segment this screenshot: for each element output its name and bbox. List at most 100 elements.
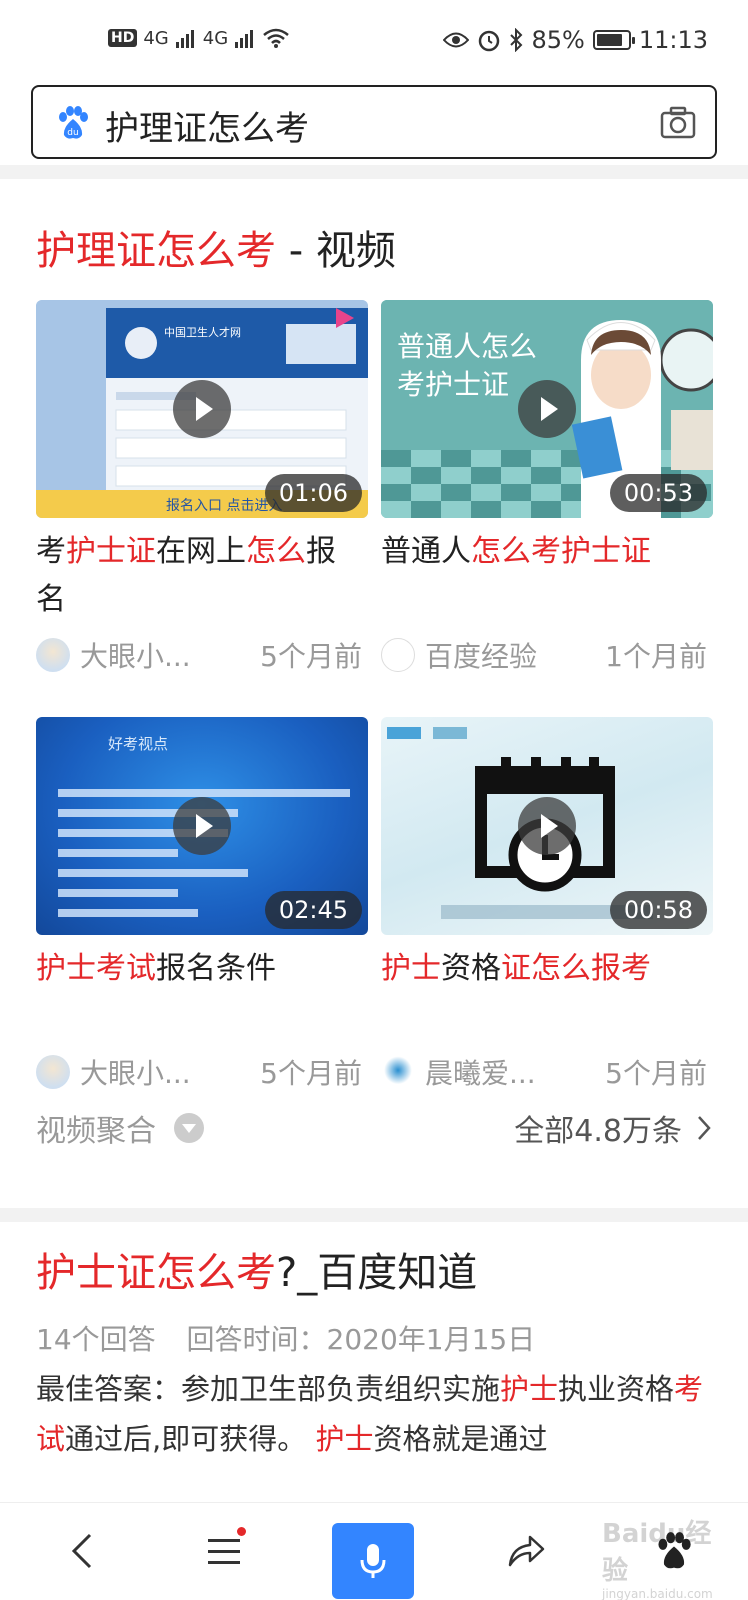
video-title-part: 护士考试 — [36, 951, 156, 986]
video-duration: 00:53 — [609, 474, 707, 512]
video-author: 大眼小... — [80, 1057, 191, 1090]
video-title-part: 护士 — [381, 951, 441, 986]
baidu-paw-icon — [658, 1532, 691, 1569]
video-time: 5个月前 — [260, 1057, 362, 1090]
video-title-part: 怎么 — [246, 534, 306, 569]
title-suffix: - 视频 — [276, 228, 396, 274]
thumb-text: 中国卫生人才网 — [164, 325, 241, 339]
share-icon — [508, 1535, 545, 1567]
author-avatar — [381, 638, 415, 672]
video-aggregate-row: 视频聚合 全部4.8万条 — [36, 1100, 712, 1150]
video-meta: 晨曦爱... 5个月前 — [381, 1052, 713, 1092]
snippet-part: 最佳答案：参加卫生部负责组织实施 — [36, 1372, 501, 1406]
video-time: 5个月前 — [260, 640, 362, 673]
play-button[interactable] — [518, 380, 576, 438]
thumb-text-line1: 普通人怎么 — [397, 330, 537, 363]
video-thumbnail[interactable]: 好考视点 02:45 — [36, 717, 368, 935]
video-title[interactable]: 护士资格证怎么报考 — [381, 945, 701, 993]
video-thumbnail[interactable]: 00:58 — [381, 717, 713, 935]
chevron-down-icon — [174, 1113, 204, 1143]
status-left: HD 4G 4G — [108, 27, 290, 49]
camera-icon[interactable] — [659, 105, 697, 141]
result-snippet[interactable]: 最佳答案：参加卫生部负责组织实施护士执业资格考试通过后,即可获得。 护士资格就是… — [36, 1364, 706, 1464]
author-avatar — [36, 1055, 70, 1089]
video-thumbnail[interactable]: 普通人怎么 考护士证 00:53 — [381, 300, 713, 518]
video-title-part: 怎么考护士证 — [471, 534, 651, 569]
video-card[interactable]: 好考视点 02:45 护士考试报名条件 大眼小... 5个月前 — [36, 717, 368, 1105]
status-right: 85% 11:13 — [443, 26, 708, 54]
wifi-icon — [263, 28, 289, 48]
search-input[interactable]: 护理证怎么考 — [105, 101, 309, 150]
all-videos-link[interactable]: 全部4.8万条 — [514, 1106, 712, 1150]
video-section-title[interactable]: 护理证怎么考 - 视频 — [36, 218, 396, 276]
video-author: 百度经验 — [425, 640, 538, 673]
video-meta: 大眼小... 5个月前 — [36, 1052, 368, 1092]
video-title-part: 证怎么报考 — [501, 951, 651, 986]
video-duration: 02:45 — [264, 891, 362, 929]
title-highlight: 护理证怎么考 — [36, 228, 276, 274]
signal-icon — [175, 30, 194, 48]
clock: 11:13 — [638, 26, 708, 54]
aggregate-label: 视频聚合 — [36, 1114, 156, 1149]
answer-time: 回答时间：2020年1月15日 — [186, 1323, 536, 1356]
hd-icon: HD — [108, 29, 138, 47]
video-card[interactable]: 普通人怎么 考护士证 00:53 普通人怎么考护士证 百度经验 1个月前 — [381, 300, 713, 688]
video-meta: 百度经验 1个月前 — [381, 635, 713, 675]
share-button[interactable] — [496, 1521, 556, 1581]
notification-dot — [237, 1527, 246, 1536]
video-title-part: 护士证 — [66, 534, 156, 569]
watermark-url: jingyan.baidu.com — [602, 1587, 713, 1600]
video-author: 晨曦爱... — [425, 1057, 536, 1090]
eye-icon — [443, 32, 470, 48]
play-button[interactable] — [518, 797, 576, 855]
video-title[interactable]: 普通人怎么考护士证 — [381, 528, 701, 576]
video-thumbnail[interactable]: 中国卫生人才网 报名入口 点击进入 01:06 — [36, 300, 368, 518]
battery-icon — [592, 30, 635, 50]
video-title-part: 资格 — [441, 951, 501, 986]
result-title-suffix: ?_百度知道 — [276, 1250, 478, 1296]
battery-level — [596, 34, 623, 46]
baidu-home-button[interactable] — [644, 1521, 704, 1581]
baidu-paw-icon: du — [59, 106, 88, 139]
play-button[interactable] — [173, 380, 231, 438]
chevron-left-icon — [71, 1533, 92, 1569]
author-avatar — [381, 1055, 415, 1089]
video-title-part: 在网上 — [156, 534, 246, 569]
video-time: 5个月前 — [605, 1057, 707, 1090]
snippet-part: 护士 — [315, 1422, 374, 1456]
video-duration: 00:58 — [609, 891, 707, 929]
result-meta: 14个回答 回答时间：2020年1月15日 — [36, 1318, 557, 1358]
thumb-caption: 报名入口 点击进入 — [166, 498, 282, 514]
search-box[interactable]: du 护理证怎么考 — [31, 85, 717, 159]
snippet-part: 通过后,即可获得。 — [65, 1422, 316, 1456]
video-card[interactable]: 中国卫生人才网 报名入口 点击进入 01:06 考护士证在网上怎么报名 大眼小.… — [36, 300, 368, 688]
video-title-part: 报名条件 — [156, 951, 276, 986]
video-time: 1个月前 — [605, 640, 707, 673]
play-button[interactable] — [173, 797, 231, 855]
voice-search-button[interactable] — [332, 1523, 414, 1599]
author-avatar — [36, 638, 70, 672]
network-2-label: 4G — [202, 27, 229, 49]
thumb-text-line2: 考护士证 — [397, 368, 509, 401]
network-1-label: 4G — [143, 27, 169, 49]
status-bar: HD 4G 4G 85% 11:13 — [0, 0, 748, 82]
all-videos-label: 全部4.8万条 — [514, 1114, 682, 1149]
video-card[interactable]: 00:58 护士资格证怎么报考 晨曦爱... 5个月前 — [381, 717, 713, 1105]
video-aggregate-toggle[interactable]: 视频聚合 — [36, 1106, 204, 1150]
thumb-text: 好考视点 — [108, 735, 168, 753]
alarm-icon — [479, 30, 500, 52]
snippet-part: 执业资格 — [558, 1372, 675, 1406]
result-title[interactable]: 护士证怎么考?_百度知道 — [36, 1240, 477, 1298]
snippet-part: 资格就是通过 — [373, 1422, 548, 1456]
back-button[interactable] — [52, 1521, 112, 1581]
battery-percent: 85% — [531, 26, 585, 54]
menu-button[interactable] — [194, 1521, 254, 1581]
svg-text:du: du — [67, 128, 78, 138]
video-title-part: 考 — [36, 534, 66, 569]
separator — [0, 165, 748, 179]
menu-icon — [208, 1539, 240, 1564]
video-title[interactable]: 护士考试报名条件 — [36, 945, 356, 993]
separator — [0, 1208, 748, 1222]
video-title[interactable]: 考护士证在网上怎么报名 — [36, 528, 356, 624]
result-title-highlight: 护士证怎么考 — [36, 1250, 276, 1296]
